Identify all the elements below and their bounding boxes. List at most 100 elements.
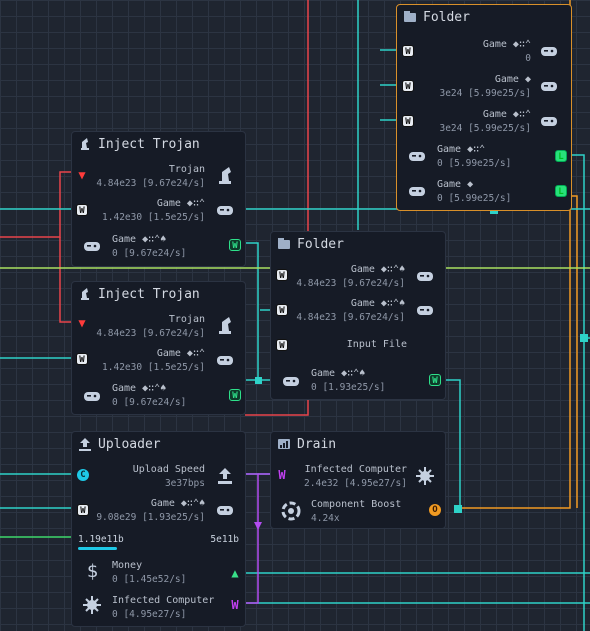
row-label: Game ◆∷⌃: [156, 198, 205, 209]
row-label: Game ◆∷⌃♠: [112, 383, 167, 394]
node-title: Folder: [423, 9, 470, 25]
input-port[interactable]: W: [402, 80, 414, 92]
row-label: Game ◆: [494, 74, 531, 85]
upload-progress-bar: [78, 547, 241, 550]
output-port[interactable]: L: [555, 150, 567, 162]
inject-trojan-node-2[interactable]: Inject Trojan ▼ Trojan 4.84e23 [9.67e24/…: [71, 281, 246, 415]
row-label: Money: [112, 560, 143, 571]
input-port[interactable]: W: [77, 504, 89, 516]
gamepad-icon: [215, 350, 235, 370]
gamepad-icon: [539, 41, 559, 61]
gamepad-icon: [407, 146, 427, 166]
output-port[interactable]: W: [429, 374, 441, 386]
progress-max: 5e11b: [210, 534, 239, 545]
dollar-icon: $: [82, 560, 102, 582]
row-label: Game ◆∷⌃: [437, 144, 486, 155]
folder-icon: [403, 10, 417, 24]
row-value: 4.84e23 [9.67e24/s]: [96, 178, 205, 189]
row-label: Upload Speed: [132, 464, 205, 475]
gamepad-icon: [539, 76, 559, 96]
row-value: 1.42e30 [1.5e25/s]: [102, 212, 205, 223]
output-port-purple[interactable]: W: [229, 599, 241, 611]
inject-trojan-node-1[interactable]: Inject Trojan ▼ Trojan 4.84e23 [9.67e24/…: [71, 131, 246, 267]
node-title: Uploader: [98, 436, 161, 452]
uploader-node[interactable]: Uploader C Upload Speed 3e37bps W Game ◆…: [71, 431, 246, 627]
row-label: Game ◆∷⌃♠: [350, 298, 405, 309]
folder-node-top[interactable]: Folder W Game ◆∷⌃ 0 W Game ◆ 3e24 [5.99e…: [396, 4, 572, 211]
row-label: Game ◆∷⌃♠: [112, 234, 167, 245]
knight-icon: [215, 316, 235, 336]
row-value: 0 [4.95e27/s]: [112, 609, 187, 620]
node-title: Inject Trojan: [98, 136, 200, 152]
row-value: 4.24x: [311, 513, 340, 524]
row-label: Game ◆: [437, 179, 474, 190]
virus-icon: [415, 466, 435, 486]
row-value: 3e37bps: [164, 478, 205, 489]
upload-icon: [78, 437, 92, 451]
input-port[interactable]: W: [76, 353, 88, 365]
row-value: 0 [5.99e25/s]: [437, 193, 512, 204]
row-label: Input File: [346, 339, 407, 350]
svg-text:$: $: [87, 561, 98, 580]
input-port-purple[interactable]: W: [276, 469, 288, 481]
knight-icon: [78, 287, 92, 301]
input-port-cyan[interactable]: C: [77, 469, 89, 481]
input-port[interactable]: W: [402, 115, 414, 127]
boost-icon: [281, 501, 301, 521]
row-value: 9.08e29 [1.93e25/s]: [96, 512, 205, 523]
row-value: 4.84e23 [9.67e24/s]: [296, 312, 405, 323]
gamepad-icon: [415, 266, 435, 286]
wire-orange-2: [572, 195, 578, 508]
folder-icon: [277, 237, 291, 251]
gamepad-icon: [82, 386, 102, 406]
row-label: Game ◆∷⌃: [156, 348, 205, 359]
row-label: Component Boost: [311, 499, 402, 510]
input-port-red[interactable]: ▼: [76, 317, 88, 329]
row-value: 1.42e30 [1.5e25/s]: [102, 362, 205, 373]
progress-current: 1.19e11b: [78, 534, 124, 545]
row-value: 4.84e23 [9.67e24/s]: [96, 328, 205, 339]
gamepad-icon: [82, 236, 102, 256]
drain-node[interactable]: Drain W Infected Computer 2.4e32 [4.95e2…: [270, 431, 446, 529]
upload-icon: [215, 466, 235, 486]
drain-icon: [277, 437, 291, 451]
input-port[interactable]: W: [402, 45, 414, 57]
row-label: Trojan: [168, 314, 205, 325]
input-port[interactable]: W: [76, 204, 88, 216]
row-value: 0 [5.99e25/s]: [437, 158, 512, 169]
output-port[interactable]: W: [229, 239, 241, 251]
input-port[interactable]: W: [276, 304, 288, 316]
row-value: 0 [1.45e52/s]: [112, 574, 187, 585]
wire-red-2: [0, 171, 74, 238]
row-value: 0 [1.93e25/s]: [311, 382, 386, 393]
row-label: Game ◆∷⌃: [482, 109, 531, 120]
input-port[interactable]: W: [276, 339, 288, 351]
row-label: Trojan: [168, 164, 205, 175]
gamepad-icon: [215, 200, 235, 220]
node-title: Inject Trojan: [98, 286, 200, 302]
knight-icon: [215, 166, 235, 186]
row-value: 0 [9.67e24/s]: [112, 248, 187, 259]
output-port[interactable]: W: [229, 389, 241, 401]
row-value: 0: [525, 53, 531, 64]
row-label: Game ◆∷⌃: [482, 39, 531, 50]
gamepad-icon: [415, 300, 435, 320]
row-value: 0 [9.67e24/s]: [112, 397, 187, 408]
output-port-green[interactable]: ▲: [229, 567, 241, 579]
folder-node-mid[interactable]: Folder W Game ◆∷⌃♠ 4.84e23 [9.67e24/s] W…: [270, 231, 446, 400]
input-port-red[interactable]: ▼: [76, 169, 88, 181]
row-value: 3e24 [5.99e25/s]: [439, 123, 531, 134]
node-title: Drain: [297, 436, 337, 452]
row-value: 4.84e23 [9.67e24/s]: [296, 278, 405, 289]
wire-purple-1: [245, 473, 259, 604]
row-label: Game ◆∷⌃♠: [350, 264, 405, 275]
node-title: Folder: [297, 236, 344, 252]
input-port[interactable]: W: [276, 269, 288, 281]
output-port-orange[interactable]: O: [429, 504, 441, 516]
gamepad-icon: [539, 111, 559, 131]
row-label: Infected Computer: [304, 464, 407, 475]
knight-icon: [78, 137, 92, 151]
virus-icon: [82, 595, 102, 615]
output-port[interactable]: L: [555, 185, 567, 197]
gamepad-icon: [407, 181, 427, 201]
